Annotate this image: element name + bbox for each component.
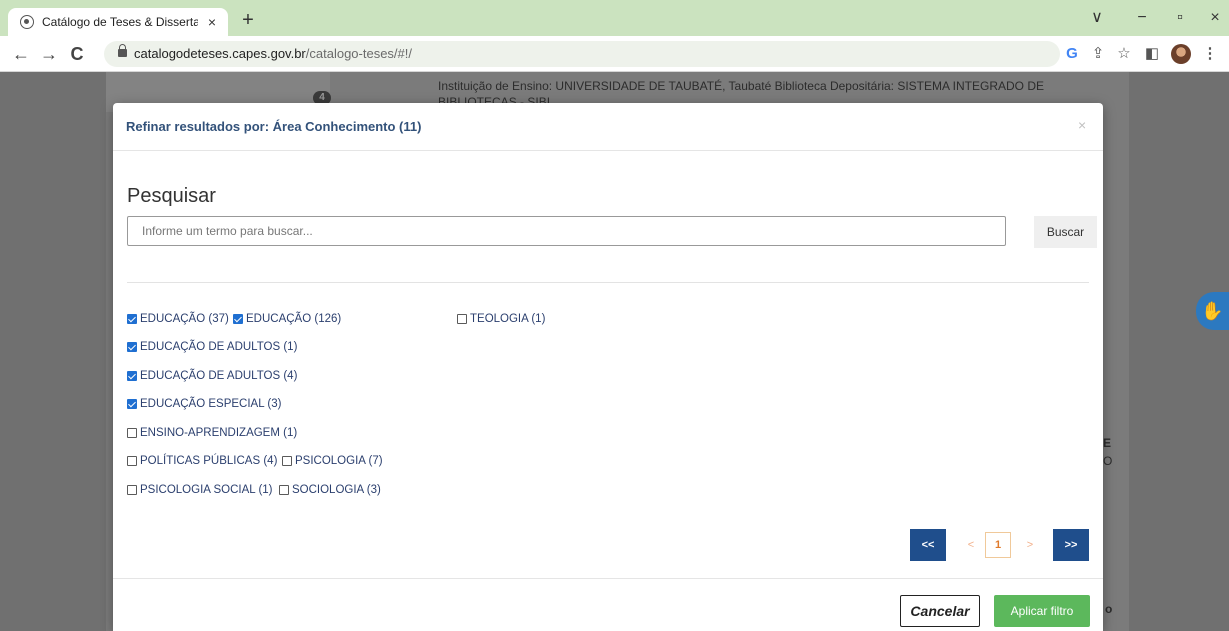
checkbox-unchecked[interactable] (127, 428, 137, 438)
facet-label: EDUCAÇÃO DE ADULTOS (4) (140, 370, 298, 382)
checkbox-unchecked[interactable] (282, 456, 292, 466)
bookmark-star-icon[interactable]: ☆ (1114, 45, 1134, 63)
profile-avatar[interactable] (1171, 44, 1191, 64)
prev-page-button[interactable]: < (965, 529, 977, 561)
facet-educacao-de-adultos-4[interactable]: EDUCAÇÃO DE ADULTOS (4) (127, 369, 297, 383)
facet-label: PSICOLOGIA (7) (295, 455, 383, 467)
facet-educacao-especial-3[interactable]: EDUCAÇÃO ESPECIAL (3) (127, 397, 281, 411)
new-tab-button[interactable]: + (236, 8, 260, 32)
checkbox-checked[interactable] (233, 314, 243, 324)
facet-label: ENSINO-APRENDIZAGEM (1) (140, 427, 298, 439)
checkbox-unchecked[interactable] (279, 485, 289, 495)
cancel-button[interactable]: Cancelar (900, 595, 980, 627)
checkbox-checked[interactable] (127, 314, 137, 324)
checkbox-unchecked[interactable] (457, 314, 467, 324)
page-fragment-o-small: o (1105, 602, 1113, 616)
menu-icon[interactable]: ⋮ (1200, 45, 1220, 63)
window-close-icon[interactable]: × (1203, 8, 1227, 28)
tab-close-icon[interactable]: × (204, 14, 220, 30)
checkbox-unchecked[interactable] (127, 485, 137, 495)
restore-icon[interactable]: ▫ (1168, 8, 1192, 28)
next-page-button[interactable]: > (1024, 529, 1036, 561)
refine-results-modal: Refinar resultados por: Área Conheciment… (113, 103, 1103, 631)
facet-educacao-37[interactable]: EDUCAÇÃO (37) (127, 312, 229, 326)
apply-filter-button[interactable]: Aplicar filtro (994, 595, 1090, 627)
facet-psicologia-social-1[interactable]: PSICOLOGIA SOCIAL (1) (127, 483, 273, 497)
facet-label: PSICOLOGIA SOCIAL (1) (140, 484, 273, 496)
search-input[interactable] (127, 216, 1006, 246)
facet-label: SOCIOLOGIA (3) (292, 484, 381, 496)
facet-educacao-de-adultos-1[interactable]: EDUCAÇÃO DE ADULTOS (1) (127, 340, 297, 354)
modal-header: Refinar resultados por: Área Conheciment… (113, 103, 1103, 151)
url-path: /catalogo-teses/#!/ (305, 46, 412, 61)
forward-icon[interactable]: → (38, 44, 60, 66)
facet-teologia-1[interactable]: TEOLOGIA (1) (457, 312, 545, 326)
minimize-icon[interactable]: − (1130, 8, 1154, 28)
facet-educacao-126[interactable]: EDUCAÇÃO (126) (233, 312, 341, 326)
facet-label: POLÍTICAS PÚBLICAS (4) (140, 455, 278, 467)
checkbox-unchecked[interactable] (127, 456, 137, 466)
last-page-button[interactable]: >> (1053, 529, 1089, 561)
accessibility-hand-icon[interactable]: ✋ (1196, 292, 1229, 330)
facet-politicas-publicas-4[interactable]: POLÍTICAS PÚBLICAS (4) (127, 454, 277, 468)
facet-label: TEOLOGIA (1) (470, 313, 546, 325)
checkbox-checked[interactable] (127, 342, 137, 352)
search-heading: Pesquisar (127, 185, 216, 207)
browser-tab[interactable]: Catálogo de Teses & Dissertaçõe × (8, 8, 228, 36)
side-panel-icon[interactable]: ◧ (1142, 45, 1162, 63)
url-text[interactable]: catalogodeteses.capes.gov.br/catalogo-te… (134, 46, 412, 61)
tab-title: Catálogo de Teses & Dissertaçõe (42, 15, 198, 29)
page-fragment-e: E (1103, 436, 1112, 450)
facet-label: EDUCAÇÃO (126) (246, 313, 342, 325)
divider (127, 282, 1089, 283)
first-page-button[interactable]: << (910, 529, 946, 561)
modal-close-icon[interactable]: × (1078, 117, 1086, 133)
url-host: catalogodeteses.capes.gov.br (134, 46, 306, 61)
tab-strip: Catálogo de Teses & Dissertaçõe × + ∨ − … (0, 0, 1229, 36)
lock-icon[interactable] (118, 44, 127, 57)
search-button[interactable]: Buscar (1034, 216, 1097, 248)
current-page[interactable]: 1 (985, 532, 1011, 558)
facet-label: EDUCAÇÃO (37) (140, 313, 229, 325)
modal-footer: Cancelar Aplicar filtro (113, 578, 1103, 631)
address-bar: ← → C catalogodeteses.capes.gov.br/catal… (0, 36, 1229, 72)
page-fragment-o: O (1103, 454, 1113, 468)
facet-label: EDUCAÇÃO ESPECIAL (3) (140, 398, 282, 410)
facet-label: EDUCAÇÃO DE ADULTOS (1) (140, 341, 298, 353)
tab-search-icon[interactable]: ∨ (1085, 8, 1109, 28)
checkbox-checked[interactable] (127, 399, 137, 409)
modal-title: Refinar resultados por: Área Conheciment… (126, 119, 422, 134)
facet-ensino-aprendizagem-1[interactable]: ENSINO-APRENDIZAGEM (1) (127, 426, 297, 440)
back-icon[interactable]: ← (10, 44, 32, 66)
google-icon[interactable]: G (1062, 45, 1082, 63)
reload-icon[interactable]: C (66, 44, 88, 66)
share-icon[interactable]: ⇪ (1088, 45, 1108, 63)
facet-psicologia-7[interactable]: PSICOLOGIA (7) (282, 454, 383, 468)
checkbox-checked[interactable] (127, 371, 137, 381)
globe-icon (20, 15, 34, 29)
facet-sociologia-3[interactable]: SOCIOLOGIA (3) (279, 483, 381, 497)
url-field[interactable]: catalogodeteses.capes.gov.br/catalogo-te… (104, 41, 1060, 67)
